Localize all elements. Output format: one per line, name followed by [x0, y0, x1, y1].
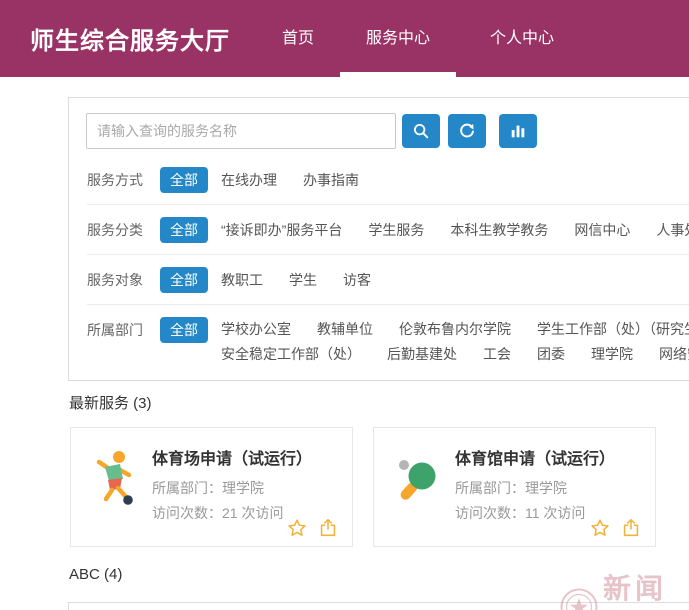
- card-department: 所属部门：理学院: [152, 476, 312, 501]
- filter-selected-all[interactable]: 全部: [160, 317, 208, 343]
- nav-tab-home[interactable]: 首页: [256, 0, 340, 77]
- filter-option[interactable]: 安全稳定工作部（处）: [221, 342, 361, 367]
- filter-option[interactable]: 网络安全: [659, 342, 689, 367]
- filter-selected-all[interactable]: 全部: [160, 217, 208, 243]
- app-title: 师生综合服务大厅: [30, 0, 230, 77]
- filter-option[interactable]: 教职工: [221, 267, 263, 293]
- filter-option[interactable]: 教辅单位: [317, 317, 373, 342]
- filter-row-service-category: 服务分类 全部 “接诉即办”服务平台 学生服务 本科生教学教务 网信中心 人事处: [69, 205, 689, 255]
- card-title: 体育场申请（试运行）: [152, 445, 312, 469]
- filter-selected-all[interactable]: 全部: [160, 267, 208, 293]
- card-text: 体育馆申请（试运行） 所属部门：理学院 访问次数：11 次访问: [455, 445, 615, 526]
- card-title: 体育馆申请（试运行）: [455, 445, 615, 469]
- search-icon: [412, 122, 430, 140]
- page: 师生综合服务大厅 首页 服务中心 个人中心: [0, 0, 689, 610]
- filter-option[interactable]: 人事处: [656, 217, 689, 243]
- latest-services-heading: 最新服务 (3): [69, 392, 152, 413]
- share-icon[interactable]: [317, 517, 339, 539]
- share-icon[interactable]: [620, 517, 642, 539]
- filter-option[interactable]: 学生服务: [368, 217, 424, 243]
- abc-section-panel: [68, 602, 689, 610]
- favorite-star-icon[interactable]: [286, 517, 308, 539]
- filter-option[interactable]: 工会: [483, 342, 511, 367]
- card-actions: [286, 517, 339, 539]
- filter-option[interactable]: 伦敦布鲁内尔学院: [399, 317, 511, 342]
- service-filter-panel: 服务方式 全部 在线办理 办事指南 服务分类 全部 “接诉即办”服务平台 学生服…: [68, 97, 689, 381]
- filter-label: 所属部门: [87, 317, 160, 343]
- filter-option[interactable]: 学校办公室: [221, 317, 291, 342]
- refresh-icon: [458, 122, 476, 140]
- filter-row-service-audience: 服务对象 全部 教职工 学生 访客: [69, 255, 689, 305]
- filter-option[interactable]: “接诉即办”服务平台: [221, 217, 342, 243]
- filter-option[interactable]: 网信中心: [574, 217, 630, 243]
- filter-option[interactable]: 理学院: [591, 342, 633, 367]
- soccer-player-icon: [93, 448, 135, 513]
- refresh-button[interactable]: [448, 114, 486, 148]
- favorite-star-icon[interactable]: [589, 517, 611, 539]
- filter-option[interactable]: 后勤基建处: [387, 342, 457, 367]
- service-card-gym[interactable]: 体育馆申请（试运行） 所属部门：理学院 访问次数：11 次访问: [373, 427, 656, 547]
- stats-button[interactable]: [499, 114, 537, 148]
- filter-option[interactable]: 学生: [289, 267, 317, 293]
- filter-row-department: 所属部门 全部 学校办公室 教辅单位 伦敦布鲁内尔学院 学生工作部（处）（研究生…: [69, 305, 689, 379]
- table-tennis-icon: [396, 448, 438, 513]
- main-nav: 首页 服务中心 个人中心: [256, 0, 580, 77]
- app-header: 师生综合服务大厅 首页 服务中心 个人中心: [0, 0, 689, 77]
- filter-option[interactable]: 本科生教学教务: [450, 217, 548, 243]
- service-card-stadium[interactable]: 体育场申请（试运行） 所属部门：理学院 访问次数：21 次访问: [70, 427, 353, 547]
- filter-label: 服务方式: [87, 167, 160, 193]
- search-button[interactable]: [402, 114, 440, 148]
- card-department: 所属部门：理学院: [455, 476, 615, 501]
- nav-tab-service-center[interactable]: 服务中心: [340, 0, 456, 77]
- filter-label: 服务分类: [87, 217, 160, 243]
- filter-row-service-mode: 服务方式 全部 在线办理 办事指南: [69, 155, 689, 205]
- filter-option[interactable]: 办事指南: [303, 167, 359, 193]
- nav-tab-personal-center[interactable]: 个人中心: [464, 0, 580, 77]
- filter-option[interactable]: 在线办理: [221, 167, 277, 193]
- card-text: 体育场申请（试运行） 所属部门：理学院 访问次数：21 次访问: [152, 445, 312, 526]
- filter-option[interactable]: 访客: [343, 267, 371, 293]
- filter-rows: 服务方式 全部 在线办理 办事指南 服务分类 全部 “接诉即办”服务平台 学生服…: [69, 155, 689, 379]
- search-bar: [86, 113, 537, 149]
- bar-chart-icon: [509, 122, 527, 140]
- filter-selected-all[interactable]: 全部: [160, 167, 208, 193]
- search-input[interactable]: [86, 113, 396, 149]
- filter-label: 服务对象: [87, 267, 160, 293]
- latest-services-cards: 体育场申请（试运行） 所属部门：理学院 访问次数：21 次访问: [70, 427, 656, 547]
- card-actions: [589, 517, 642, 539]
- filter-option[interactable]: 团委: [537, 342, 565, 367]
- abc-section-heading: ABC (4): [69, 566, 122, 583]
- filter-option[interactable]: 学生工作部（处）（研究生: [537, 317, 689, 342]
